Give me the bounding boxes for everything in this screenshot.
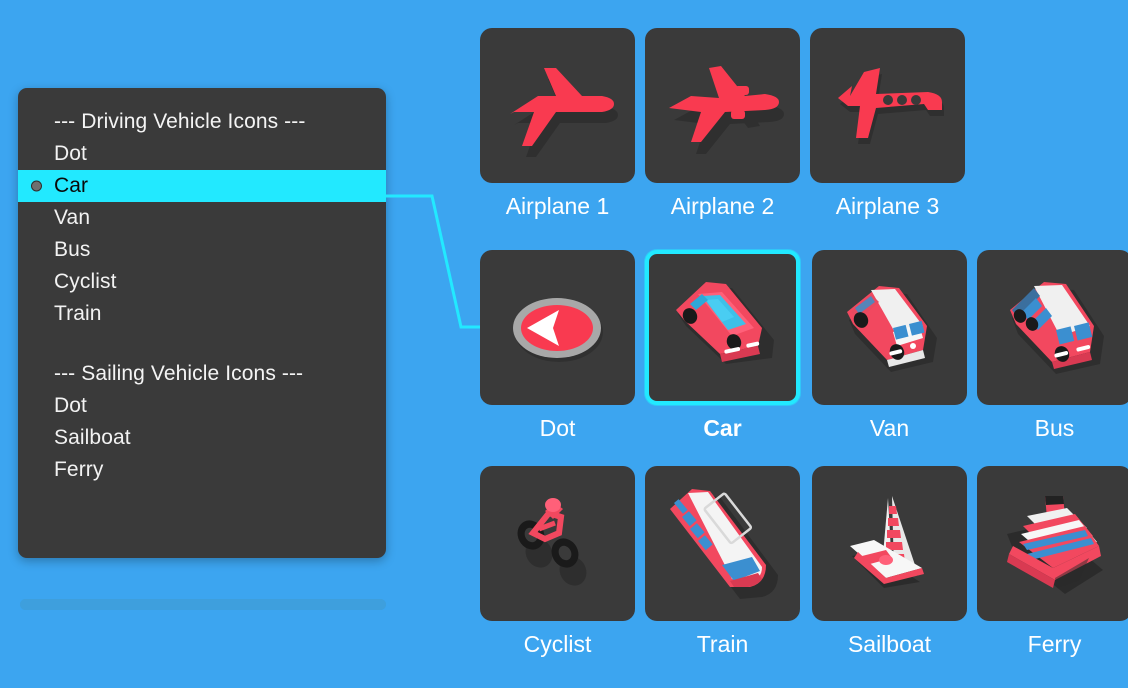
icon-tile-thumb-selected[interactable] <box>645 250 800 405</box>
airplane-1-icon <box>509 67 618 157</box>
menu-item-label: Car <box>54 174 89 197</box>
icon-tile-label: Dot <box>539 415 576 441</box>
grid-gap <box>800 28 810 220</box>
icon-tile-label: Airplane 1 <box>505 193 610 219</box>
icon-tile-label: Bus <box>1034 415 1075 441</box>
grid-gap <box>967 250 977 442</box>
icon-tile-van[interactable]: Van <box>812 250 967 442</box>
icon-preview-grid: Airplane 1 Airplane 2 Airplane 3 Dot Car… <box>480 28 1128 688</box>
icon-tile-thumb[interactable] <box>810 28 965 183</box>
dot-arrow-icon <box>512 297 603 362</box>
grid-gap <box>635 250 645 442</box>
icon-tile-thumb[interactable] <box>480 466 635 621</box>
grid-gap <box>967 466 977 658</box>
grid-gap <box>800 466 812 658</box>
icon-tile-train[interactable]: Train <box>645 466 800 658</box>
icon-tile-label: Car <box>703 415 742 441</box>
ferry-icon <box>1006 495 1103 594</box>
menu-group-header-sailing: --- Sailing Vehicle Icons --- <box>54 362 304 385</box>
airplane-2-icon <box>668 65 784 154</box>
icon-tile-car[interactable]: Car <box>645 250 800 442</box>
grid-gap <box>635 466 645 658</box>
train-icon <box>669 488 778 599</box>
icon-tile-label: Van <box>869 415 910 441</box>
sailboat-icon <box>849 495 924 588</box>
menu-item-driving-van[interactable]: Van <box>18 202 386 234</box>
icon-tile-thumb[interactable] <box>812 250 967 405</box>
selected-radio-icon <box>31 180 42 192</box>
icon-tile-label: Ferry <box>1027 631 1082 657</box>
icon-tile-thumb[interactable] <box>812 466 967 621</box>
menu-group-header-driving: --- Driving Vehicle Icons --- <box>54 110 306 133</box>
icon-tile-thumb[interactable] <box>645 466 800 621</box>
icon-tile-ferry[interactable]: Ferry <box>977 466 1128 658</box>
icon-tile-bus[interactable]: Bus <box>977 250 1128 442</box>
icon-tile-label: Airplane 3 <box>835 193 940 219</box>
icon-tile-label: Cyclist <box>523 631 592 657</box>
grid-row-airplanes: Airplane 1 Airplane 2 Airplane 3 <box>480 28 965 220</box>
grid-row-rail-sailing: Cyclist Train Sailboat Ferry <box>480 466 1128 658</box>
menu-item-sailing-dot[interactable]: Dot <box>18 390 386 422</box>
icon-tile-label: Airplane 2 <box>670 193 775 219</box>
icon-tile-airplane-3[interactable]: Airplane 3 <box>810 28 965 220</box>
icon-tile-cyclist[interactable]: Cyclist <box>480 466 635 658</box>
menu-item-sailing-ferry[interactable]: Ferry <box>18 454 386 486</box>
icon-tile-label: Sailboat <box>847 631 932 657</box>
icon-tile-thumb[interactable] <box>480 28 635 183</box>
icon-tile-thumb[interactable] <box>977 466 1128 621</box>
icon-tile-thumb[interactable] <box>645 28 800 183</box>
airplane-3-icon <box>837 67 944 144</box>
van-icon <box>846 285 937 372</box>
menu-item-driving-train[interactable]: Train <box>18 298 386 330</box>
grid-gap <box>635 28 645 220</box>
grid-gap <box>800 250 812 442</box>
car-icon <box>675 281 774 364</box>
menu-item-driving-bus[interactable]: Bus <box>18 234 386 266</box>
horizontal-scrollbar-track[interactable] <box>20 599 386 610</box>
menu-group-divider <box>18 330 386 358</box>
menu-item-sailing-sailboat[interactable]: Sailboat <box>18 422 386 454</box>
vehicle-icon-dropdown-menu[interactable]: --- Driving Vehicle Icons --- Dot Car Va… <box>18 88 386 558</box>
cyclist-icon <box>517 497 586 586</box>
menu-item-driving-car[interactable]: Car <box>18 170 386 202</box>
icon-tile-thumb[interactable] <box>977 250 1128 405</box>
menu-item-driving-dot[interactable]: Dot <box>18 138 386 170</box>
icon-tile-label: Train <box>696 631 749 657</box>
icon-tile-thumb[interactable] <box>480 250 635 405</box>
icon-tile-airplane-1[interactable]: Airplane 1 <box>480 28 635 220</box>
icon-tile-dot[interactable]: Dot <box>480 250 635 442</box>
horizontal-scrollbar-thumb[interactable] <box>20 599 386 610</box>
menu-item-driving-cyclist[interactable]: Cyclist <box>18 266 386 298</box>
bus-icon <box>1009 281 1104 374</box>
icon-tile-airplane-2[interactable]: Airplane 2 <box>645 28 800 220</box>
grid-row-driving: Dot Car Van Bus <box>480 250 1128 442</box>
icon-tile-sailboat[interactable]: Sailboat <box>812 466 967 658</box>
